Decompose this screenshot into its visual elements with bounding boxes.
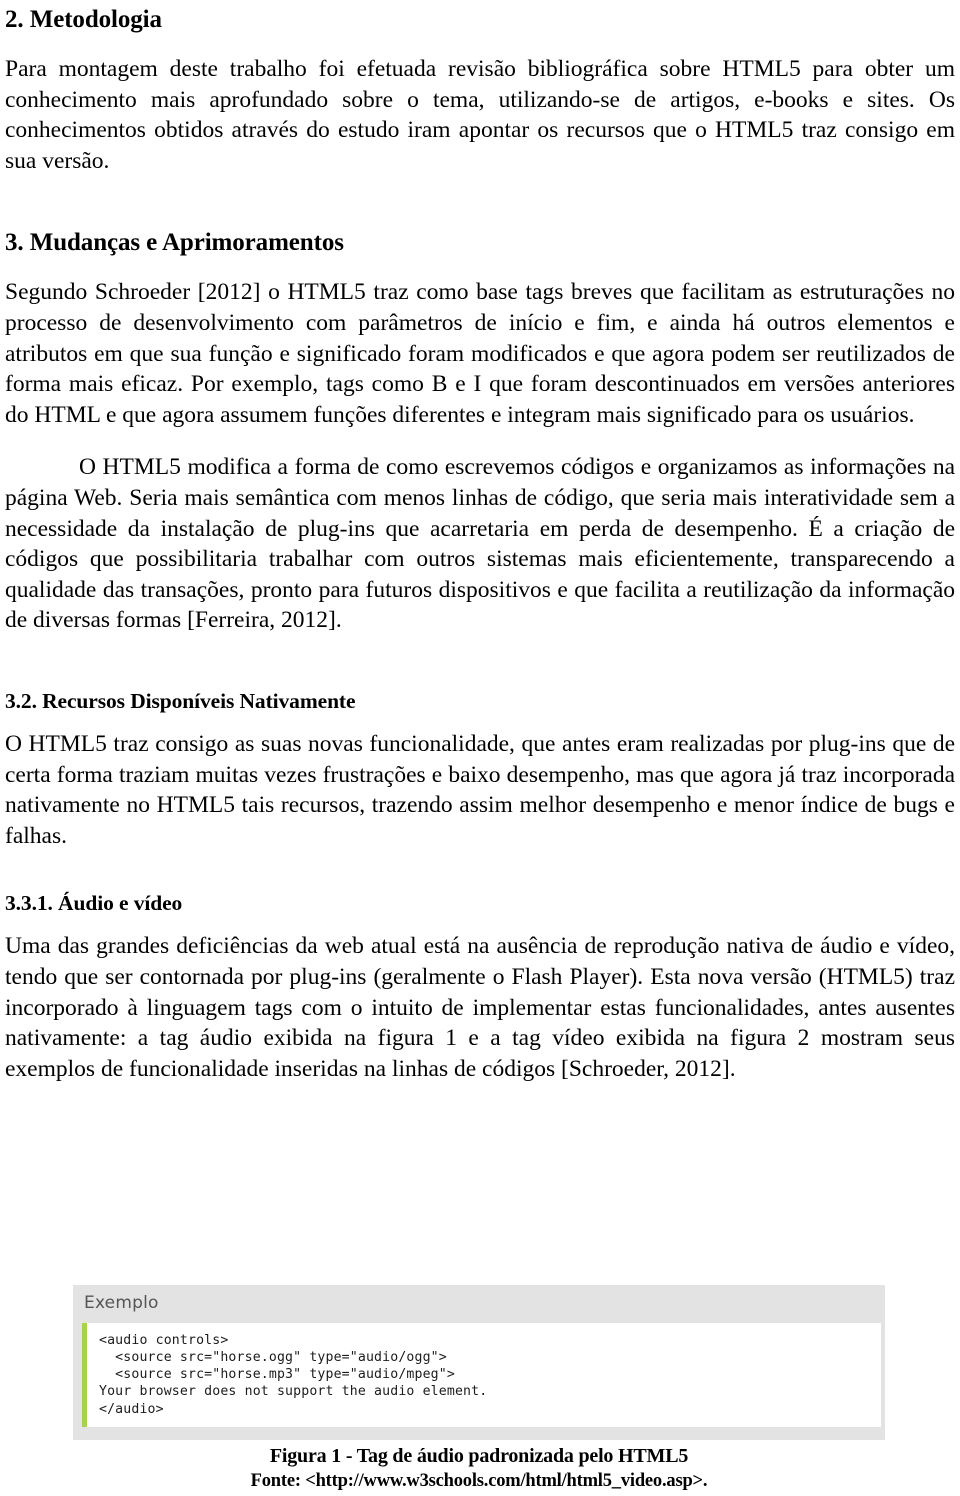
paragraph-metodologia-1: Para montagem deste trabalho foi efetuad… — [5, 56, 955, 174]
code-listing: <audio controls> <source src="horse.ogg"… — [99, 1332, 488, 1417]
code-body: <audio controls> <source src="horse.ogg"… — [82, 1322, 881, 1427]
code-panel-title: Exemplo — [84, 1293, 159, 1313]
paragraph-mudancas-2: O HTML5 modifica a forma de como escreve… — [5, 454, 955, 634]
code-panel-footer — [73, 1426, 885, 1440]
paragraph-recursos-1: O HTML5 traz consigo as suas novas funci… — [5, 730, 955, 849]
code-example-panel: Exemplo <audio controls> <source src="ho… — [73, 1285, 885, 1440]
figure-caption-source: Fonte: <http://www.w3schools.com/html/ht… — [250, 1471, 708, 1491]
figure-caption-title: Figura 1 - Tag de áudio padronizada pelo… — [269, 1445, 689, 1467]
paragraph-audio-video-1: Uma das grandes deficiências da web atua… — [5, 933, 955, 1082]
figure-1: Exemplo <audio controls> <source src="ho… — [73, 1285, 885, 1440]
heading-audio-video: 3.3.1. Áudio e vídeo — [5, 891, 183, 916]
document-body: 2. Metodologia Para montagem deste traba… — [5, 6, 955, 1084]
heading-mudancas-aprimoramentos: 3. Mudanças e Aprimoramentos — [5, 229, 344, 257]
heading-recursos-nativos: 3.2. Recursos Disponíveis Nativamente — [5, 688, 356, 713]
paragraph-mudancas-1: Segundo Schroeder [2012] o HTML5 traz co… — [5, 279, 955, 428]
document-page: 2. Metodologia Para montagem deste traba… — [0, 0, 960, 1496]
figure-1-caption: Figura 1 - Tag de áudio padronizada pelo… — [73, 1444, 885, 1493]
heading-metodologia: 2. Metodologia — [5, 6, 162, 33]
